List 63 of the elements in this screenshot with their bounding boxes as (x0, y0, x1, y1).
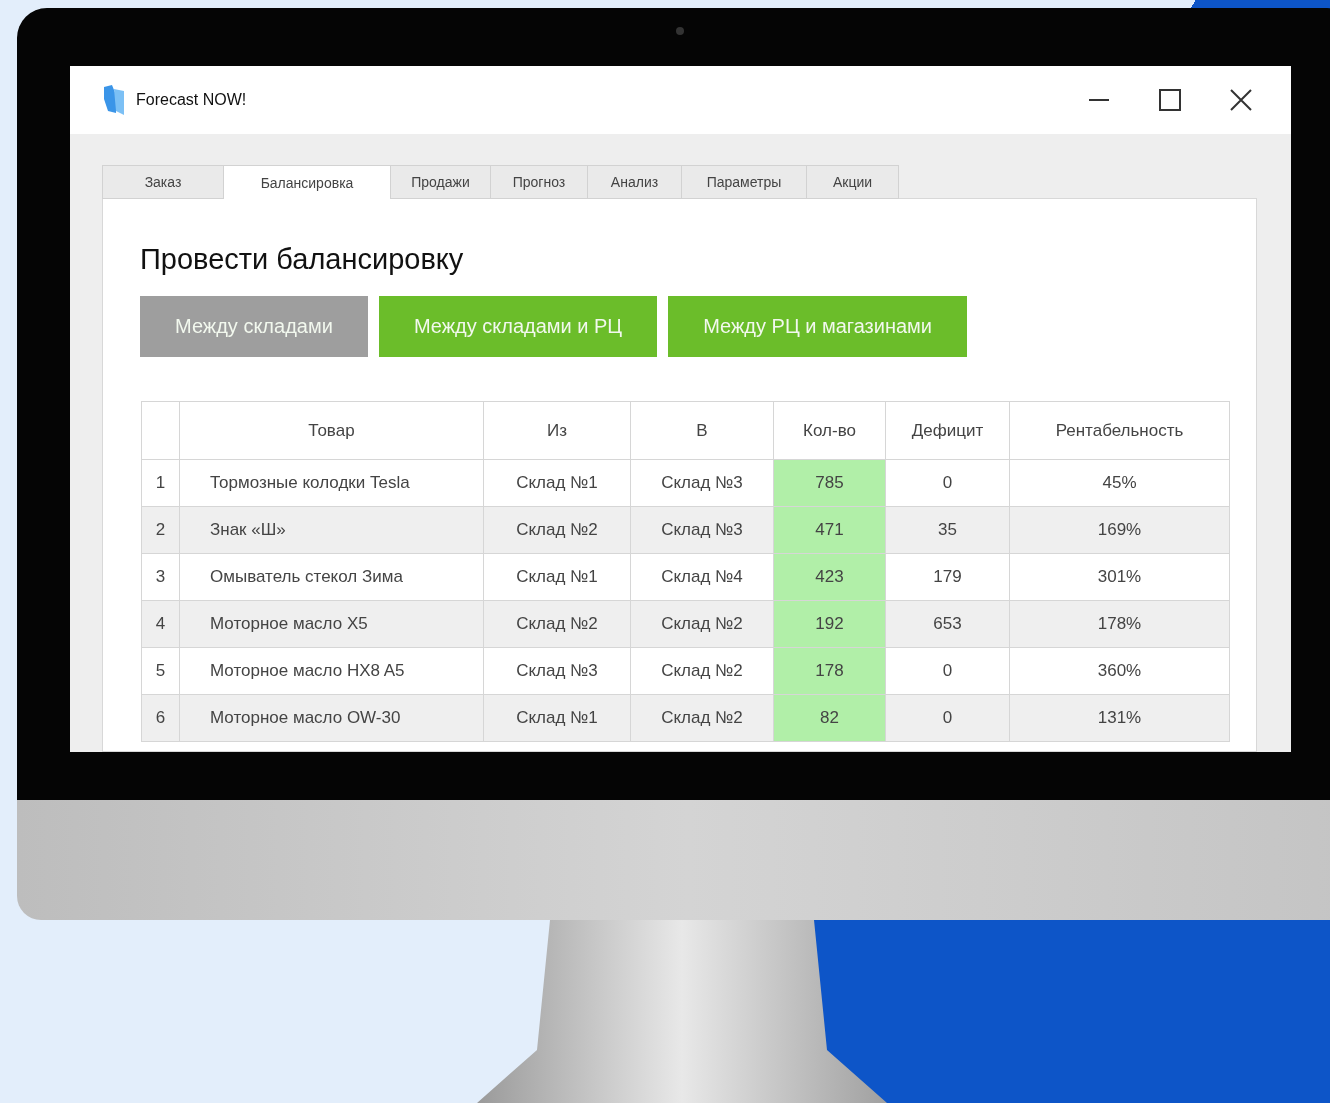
app-logo-icon (102, 85, 126, 115)
table-cell: 192 (773, 600, 886, 648)
tab[interactable]: Балансировка (223, 165, 391, 199)
table-cell: Тормозные колодки Tesla (179, 459, 484, 507)
table-cell: 471 (773, 506, 886, 554)
column-header: Дефицит (885, 401, 1010, 460)
table-cell: 423 (773, 553, 886, 601)
column-header: Из (483, 401, 631, 460)
tab[interactable]: Анализ (587, 165, 682, 199)
table-cell: 179 (885, 553, 1010, 601)
table-cell: 653 (885, 600, 1010, 648)
table-cell: Склад №2 (483, 506, 631, 554)
tab[interactable]: Параметры (681, 165, 807, 199)
column-header: Рентабельность (1009, 401, 1230, 460)
table-cell: 0 (885, 647, 1010, 695)
table-cell: Склад №1 (483, 694, 631, 742)
minimize-icon (1088, 99, 1110, 101)
table-cell: Склад №3 (630, 506, 774, 554)
table-cell: Знак «Ш» (179, 506, 484, 554)
maximize-icon (1159, 89, 1181, 111)
row-number: 3 (141, 553, 180, 601)
table-cell: 82 (773, 694, 886, 742)
table-cell: Склад №2 (630, 600, 774, 648)
header-cell (141, 401, 180, 460)
table-cell: 360% (1009, 647, 1230, 695)
table-cell: Моторное масло X5 (179, 600, 484, 648)
tab[interactable]: Акции (806, 165, 899, 199)
table-cell: Склад №2 (630, 647, 774, 695)
section-heading: Провести балансировку (140, 243, 465, 276)
table-cell: 45% (1009, 459, 1230, 507)
table-cell: 0 (885, 459, 1010, 507)
table-cell: Склад №2 (630, 694, 774, 742)
table-cell: Склад №1 (483, 459, 631, 507)
row-number: 1 (141, 459, 180, 507)
table-cell: 0 (885, 694, 1010, 742)
table-cell: Склад №1 (483, 553, 631, 601)
table-cell: Склад №4 (630, 553, 774, 601)
table-cell: 785 (773, 459, 886, 507)
column-header: Товар (179, 401, 484, 460)
table-cell: Склад №3 (483, 647, 631, 695)
table-cell: Омыватель стекол Зима (179, 553, 484, 601)
row-number: 5 (141, 647, 180, 695)
table-cell: 131% (1009, 694, 1230, 742)
row-number: 2 (141, 506, 180, 554)
tab[interactable]: Прогноз (490, 165, 588, 199)
table-cell: 35 (885, 506, 1010, 554)
row-number: 4 (141, 600, 180, 648)
column-header: В (630, 401, 774, 460)
camera-icon (676, 27, 684, 35)
table-cell: 169% (1009, 506, 1230, 554)
row-number: 6 (141, 694, 180, 742)
table-cell: 178 (773, 647, 886, 695)
close-icon (1230, 89, 1252, 111)
table-cell: Моторное масло OW-30 (179, 694, 484, 742)
tab[interactable]: Продажи (390, 165, 491, 199)
table-cell: 301% (1009, 553, 1230, 601)
window-title: Forecast NOW! (136, 91, 248, 109)
table-cell: Склад №2 (483, 600, 631, 648)
table-cell: 178% (1009, 600, 1230, 648)
column-header: Кол-во (773, 401, 886, 460)
table-cell: Склад №3 (630, 459, 774, 507)
tab[interactable]: Заказ (102, 165, 224, 199)
table-cell: Моторное масло HX8 A5 (179, 647, 484, 695)
